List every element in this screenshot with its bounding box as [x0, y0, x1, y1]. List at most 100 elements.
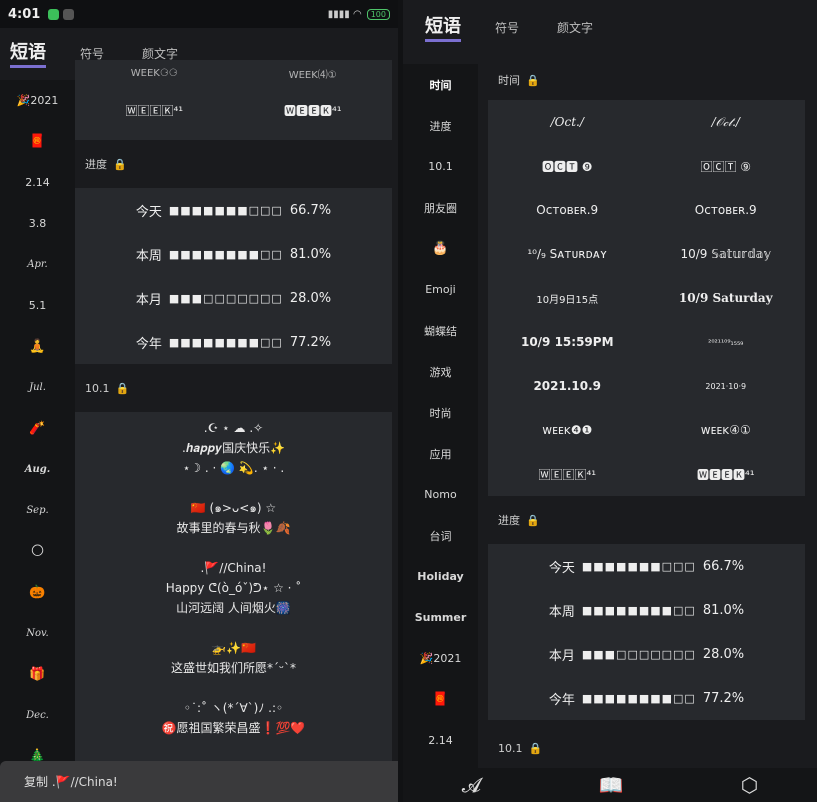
- status-bar: 4:01 ▮▮▮▮ ◠ 100: [0, 0, 398, 28]
- sidebar-item[interactable]: 🌕: [0, 531, 75, 572]
- sidebar-item[interactable]: 台词: [403, 515, 478, 556]
- battery-icon: 100: [366, 8, 390, 20]
- phrase-block[interactable]: ◦˙:˚ ヽ(*´∀`)ﾉ .:◦ ㊗️愿祖国繁荣昌盛❗💯❤️: [75, 698, 392, 738]
- phrase-cell[interactable]: Oᴄᴛᴏʙᴇʀ.9: [647, 188, 806, 232]
- status-right: ▮▮▮▮ ◠ 100: [328, 8, 390, 20]
- font-style-icon[interactable]: 𝓐: [462, 773, 481, 797]
- tab-phrases[interactable]: 短语: [425, 12, 461, 42]
- phrase-cell[interactable]: 🆆🅴🅴🅺⁴¹: [234, 80, 393, 140]
- progress-bar: ■■■■■■■□□□: [168, 203, 283, 217]
- app-notification-icon: [63, 8, 75, 20]
- progress-percent: 28.0%: [289, 290, 332, 306]
- progress-bar: ■■■■■■■■□□: [581, 603, 696, 617]
- notification-icons: [48, 8, 75, 20]
- category-sidebar: 时间 进度 10.1 朋友圈 🎂 Emoji 蝴蝶结 游戏 时尚 应用 Nomo 台词 Holiday S…: [403, 64, 478, 768]
- sidebar-item[interactable]: Holiday: [403, 556, 478, 597]
- sidebar-item[interactable]: 🧘: [0, 326, 75, 367]
- progress-row[interactable]: 本周 ■■■■■■■■□□ 81.0%: [488, 588, 805, 632]
- progress-label: 今天: [548, 560, 575, 576]
- section-header-10-1: 10.1 🔒: [85, 381, 130, 395]
- sidebar-item[interactable]: 应用: [403, 433, 478, 474]
- sidebar-item[interactable]: 时尚: [403, 392, 478, 433]
- phrase-cell[interactable]: Oᴄᴛᴏʙᴇʀ.9: [488, 188, 647, 232]
- phrase-cell[interactable]: 🄾🄲🅃 ⑨: [647, 144, 806, 188]
- phrase-cell[interactable]: 10/9 𝕊𝕒𝕥𝕦𝕣𝕕𝕒𝕪: [647, 232, 806, 276]
- phrase-cell[interactable]: 🅆🄴🄴🄺⁴¹: [488, 452, 647, 496]
- sidebar-item[interactable]: 🎃: [0, 572, 75, 613]
- phrase-cell[interactable]: /Oct./: [488, 100, 647, 144]
- phrase-cell[interactable]: ¹⁰/₉ Sᴀᴛᴜʀᴅᴀʏ: [488, 232, 647, 276]
- progress-row[interactable]: 今年 ■■■■■■■■□□ 77.2%: [75, 320, 392, 364]
- phrase-block[interactable]: 🚁✨🇨🇳 这盛世如我们所愿*ˊᵕˋ*: [75, 638, 392, 678]
- sidebar-item[interactable]: 时间: [403, 64, 478, 105]
- sidebar-item[interactable]: 5.1: [0, 285, 75, 326]
- progress-label: 本月: [135, 292, 162, 308]
- sidebar-item[interactable]: Sep.: [0, 490, 75, 531]
- sidebar-item[interactable]: 3.8: [0, 203, 75, 244]
- sidebar-item[interactable]: 🧨: [0, 408, 75, 449]
- tab-phrases[interactable]: 短语: [10, 38, 46, 68]
- sidebar-item[interactable]: 🎉2021: [0, 80, 75, 121]
- phrase-cell[interactable]: 2021.10.9: [488, 364, 647, 408]
- sidebar-item[interactable]: 进度: [403, 105, 478, 146]
- phrase-cell[interactable]: ᴡᴇᴇᴋ❹❶: [488, 408, 647, 452]
- phrase-cell[interactable]: /𝒪𝒸𝓉./: [647, 100, 806, 144]
- sidebar-item[interactable]: 🎂: [403, 228, 478, 269]
- phrase-cell[interactable]: 10/9 Saturday: [647, 276, 806, 320]
- sidebar-item[interactable]: 10.1: [403, 146, 478, 187]
- phrase-cell[interactable]: ²⁰²¹¹⁰⁹₁₅₅₉: [647, 320, 806, 364]
- sidebar-item[interactable]: Nov.: [0, 613, 75, 654]
- tab-kaomoji[interactable]: 颜文字: [557, 19, 593, 36]
- sidebar-item[interactable]: 🧧: [0, 121, 75, 162]
- category-sidebar: 🎉2021 🧧 2.14 3.8 Apr. 5.1 🧘 Jul. 🧨 Aug. Sep. 🌕 🎃 Nov.…: [0, 80, 75, 802]
- sidebar-item[interactable]: 蝴蝶结: [403, 310, 478, 351]
- tab-symbols[interactable]: 符号: [80, 45, 104, 62]
- tab-kaomoji[interactable]: 颜文字: [142, 45, 178, 62]
- lock-icon: 🔒: [115, 381, 130, 395]
- sidebar-item[interactable]: 2.14: [403, 720, 478, 761]
- progress-row[interactable]: 本月 ■■■□□□□□□□ 28.0%: [488, 632, 805, 676]
- phrase-cell[interactable]: 🅆🄴🄴🄺⁴¹: [75, 80, 234, 140]
- sidebar-item[interactable]: Dec.: [0, 695, 75, 736]
- phrase-cell[interactable]: 🅾🅲🆃 ❾: [488, 144, 647, 188]
- progress-row[interactable]: 本月 ■■■□□□□□□□ 28.0%: [75, 276, 392, 320]
- sidebar-item[interactable]: 游戏: [403, 351, 478, 392]
- sidebar-item[interactable]: Jul.: [0, 367, 75, 408]
- progress-row[interactable]: 今天 ■■■■■■■□□□ 66.7%: [488, 544, 805, 588]
- sidebar-item[interactable]: Nomo: [403, 474, 478, 515]
- book-icon[interactable]: 📖: [598, 773, 623, 797]
- sidebar-item[interactable]: 🎁: [0, 654, 75, 695]
- progress-label: 今年: [548, 692, 575, 708]
- progress-bar: ■■■□□□□□□□: [581, 647, 696, 661]
- phrase-block[interactable]: .☪︎ ⋆ ☁︎ .✧ .𝒉𝒂𝒑𝒑𝒚国庆快乐✨ ⋆☽ . · 🌏 💫. ⋆ · .: [75, 418, 392, 478]
- phrase-line: ㊗️愿祖国繁荣昌盛❗💯❤️: [161, 721, 306, 735]
- phrase-cell[interactable]: WEEK⚆⚆: [75, 66, 234, 80]
- phrase-cell[interactable]: 10/9 15:59PM: [488, 320, 647, 364]
- progress-label: 本周: [135, 248, 162, 264]
- sidebar-item[interactable]: Aug.: [0, 449, 75, 490]
- phrase-cell[interactable]: 10月9日15点: [488, 276, 647, 320]
- sidebar-item[interactable]: 🧧: [403, 679, 478, 720]
- phrase-list: 时间 🔒 /Oct.//𝒪𝒸𝓉./🅾🅲🆃 ❾ 🄾🄲🅃 ⑨ Oᴄᴛᴏʙᴇʀ.9 Oᴄᴛᴏʙ…: [488, 60, 805, 768]
- progress-percent: 77.2%: [702, 690, 745, 706]
- sidebar-item[interactable]: 朋友圈: [403, 187, 478, 228]
- phrase-cell[interactable]: ᴡᴇᴇᴋ④①: [647, 408, 806, 452]
- progress-row[interactable]: 今天 ■■■■■■■□□□ 66.7%: [75, 188, 392, 232]
- progress-row[interactable]: 本周 ■■■■■■■■□□ 81.0%: [75, 232, 392, 276]
- phrase-cell[interactable]: WEEK⑷①: [234, 66, 393, 81]
- phrase-cell[interactable]: 🆆🅴🅴🅺⁴¹: [647, 452, 806, 496]
- sidebar-item[interactable]: 🎉2021: [403, 638, 478, 679]
- sidebar-item[interactable]: 2.14: [0, 162, 75, 203]
- phrase-cell[interactable]: 2021·10·9: [647, 364, 806, 408]
- phrase-line: .𝒉𝒂𝒑𝒑𝒚国庆快乐✨: [181, 441, 286, 455]
- phrase-line: 山河远阔 人间烟火🎆: [176, 601, 291, 615]
- progress-bar: ■■■■■■■■□□: [168, 335, 283, 349]
- phrase-block[interactable]: 🇨🇳 (๑>ᴗ<๑) ☆ 故事里的春与秋🌷🍂: [75, 498, 392, 538]
- tab-symbols[interactable]: 符号: [495, 19, 519, 36]
- sidebar-item[interactable]: Apr.: [0, 244, 75, 285]
- sidebar-item[interactable]: Summer: [403, 597, 478, 638]
- settings-hexagon-icon[interactable]: ⬡: [741, 773, 758, 797]
- progress-row[interactable]: 今年 ■■■■■■■■□□ 77.2%: [488, 676, 805, 720]
- sidebar-item[interactable]: Emoji: [403, 269, 478, 310]
- phrase-block[interactable]: .🚩//China! Happy ᕦ(ò_óˇ)ᕤ⋆ ☆ · ˚ 山河远阔 人间烟火…: [75, 558, 392, 618]
